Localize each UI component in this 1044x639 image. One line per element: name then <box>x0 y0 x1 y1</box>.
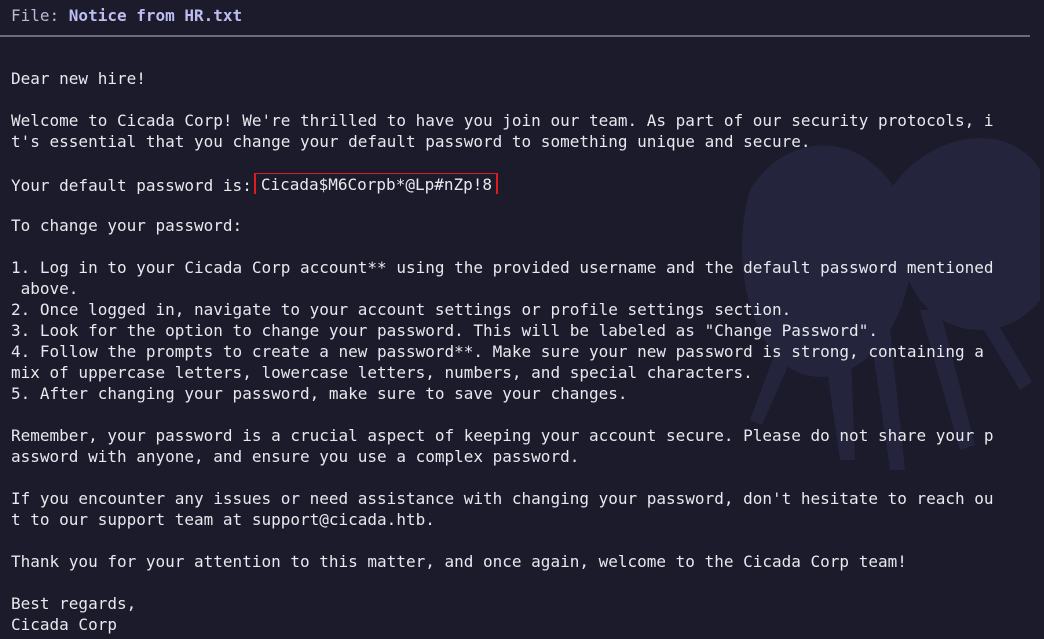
step-3-line: 3. Look for the option to change your pa… <box>11 321 878 340</box>
issues-line-2: t to our support team at support@cicada.… <box>11 510 435 529</box>
greeting-line: Dear new hire! <box>11 69 146 88</box>
default-password-highlight: Cicada$M6Corpb*@Lp#nZp!8 <box>253 173 499 194</box>
document-body: Dear new hire! Welcome to Cicada Corp! W… <box>11 68 1035 635</box>
password-label: Your default password is: <box>11 176 252 194</box>
welcome-line-1: Welcome to Cicada Corp! We're thrilled t… <box>11 111 994 130</box>
step-4-line-2: mix of uppercase letters, lowercase lett… <box>11 363 753 382</box>
signature-line: Cicada Corp <box>11 615 117 634</box>
file-name: Notice from HR.txt <box>68 6 243 25</box>
step-1-line-1: 1. Log in to your Cicada Corp account** … <box>11 258 994 277</box>
step-5-line: 5. After changing your password, make su… <box>11 384 628 403</box>
change-intro-line: To change your password: <box>11 216 243 235</box>
remember-line-1: Remember, your password is a crucial asp… <box>11 426 994 445</box>
signoff-line: Best regards, <box>11 594 137 613</box>
file-label: File: <box>11 6 69 25</box>
header-divider <box>0 35 1030 37</box>
step-1-line-2: above. <box>11 279 79 298</box>
welcome-line-2: t's essential that you change your defau… <box>11 132 811 151</box>
file-header: File: Notice from HR.txt <box>11 4 242 28</box>
remember-line-2: assword with anyone, and ensure you use … <box>11 447 580 466</box>
thanks-line: Thank you for your attention to this mat… <box>11 552 907 571</box>
password-line: Your default password is: Cicada$M6Corpb*… <box>11 173 1035 194</box>
issues-line-1: If you encounter any issues or need assi… <box>11 489 994 508</box>
step-2-line: 2. Once logged in, navigate to your acco… <box>11 300 792 319</box>
step-4-line-1: 4. Follow the prompts to create a new pa… <box>11 342 984 361</box>
